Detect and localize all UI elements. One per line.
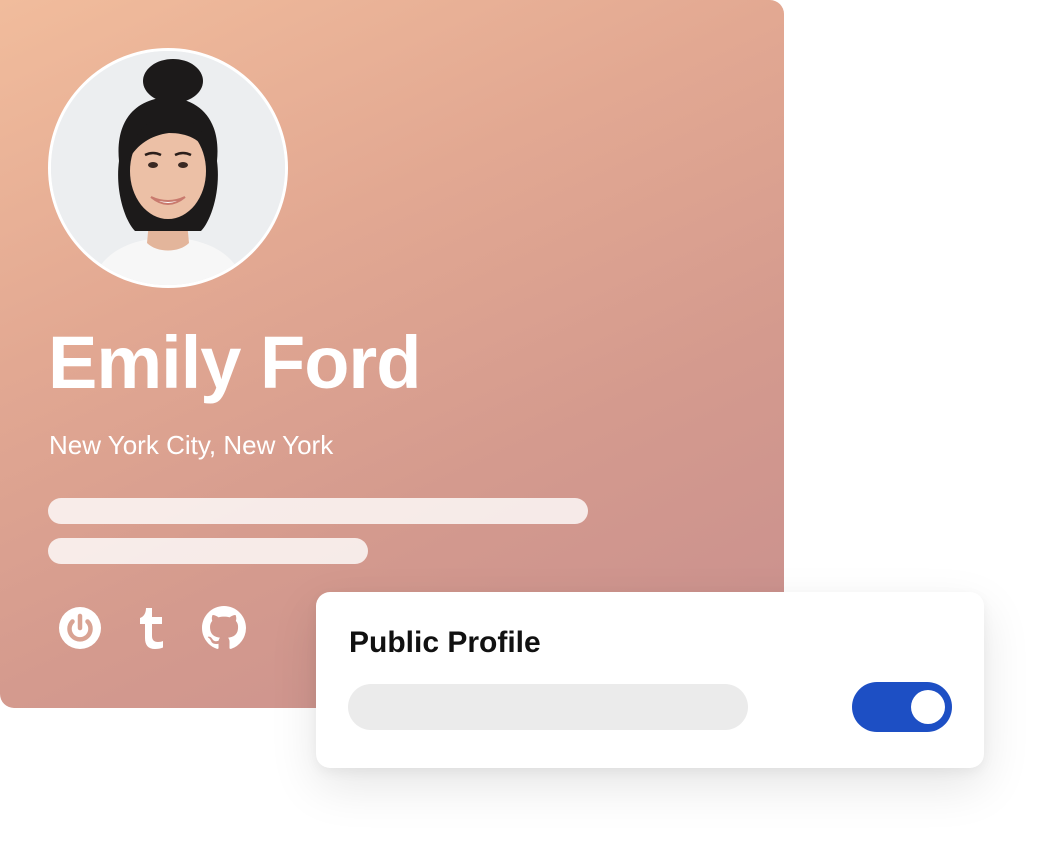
- github-icon[interactable]: [200, 604, 248, 652]
- bio-placeholder-line: [48, 538, 368, 564]
- avatar-portrait: [51, 51, 285, 285]
- profile-name: Emily Ford: [48, 321, 421, 404]
- power-icon[interactable]: [56, 604, 104, 652]
- stage: Emily Ford New York City, New York Publi…: [0, 0, 1040, 860]
- settings-title: Public Profile: [349, 626, 541, 659]
- profile-location: New York City, New York: [49, 430, 334, 460]
- toggle-knob: [911, 690, 945, 724]
- public-profile-card: Public Profile: [316, 592, 984, 768]
- tumblr-icon[interactable]: [128, 604, 176, 652]
- bio-placeholder-line: [48, 498, 588, 524]
- avatar: [48, 48, 288, 288]
- settings-description-placeholder: [348, 684, 748, 730]
- public-profile-toggle[interactable]: [852, 682, 952, 732]
